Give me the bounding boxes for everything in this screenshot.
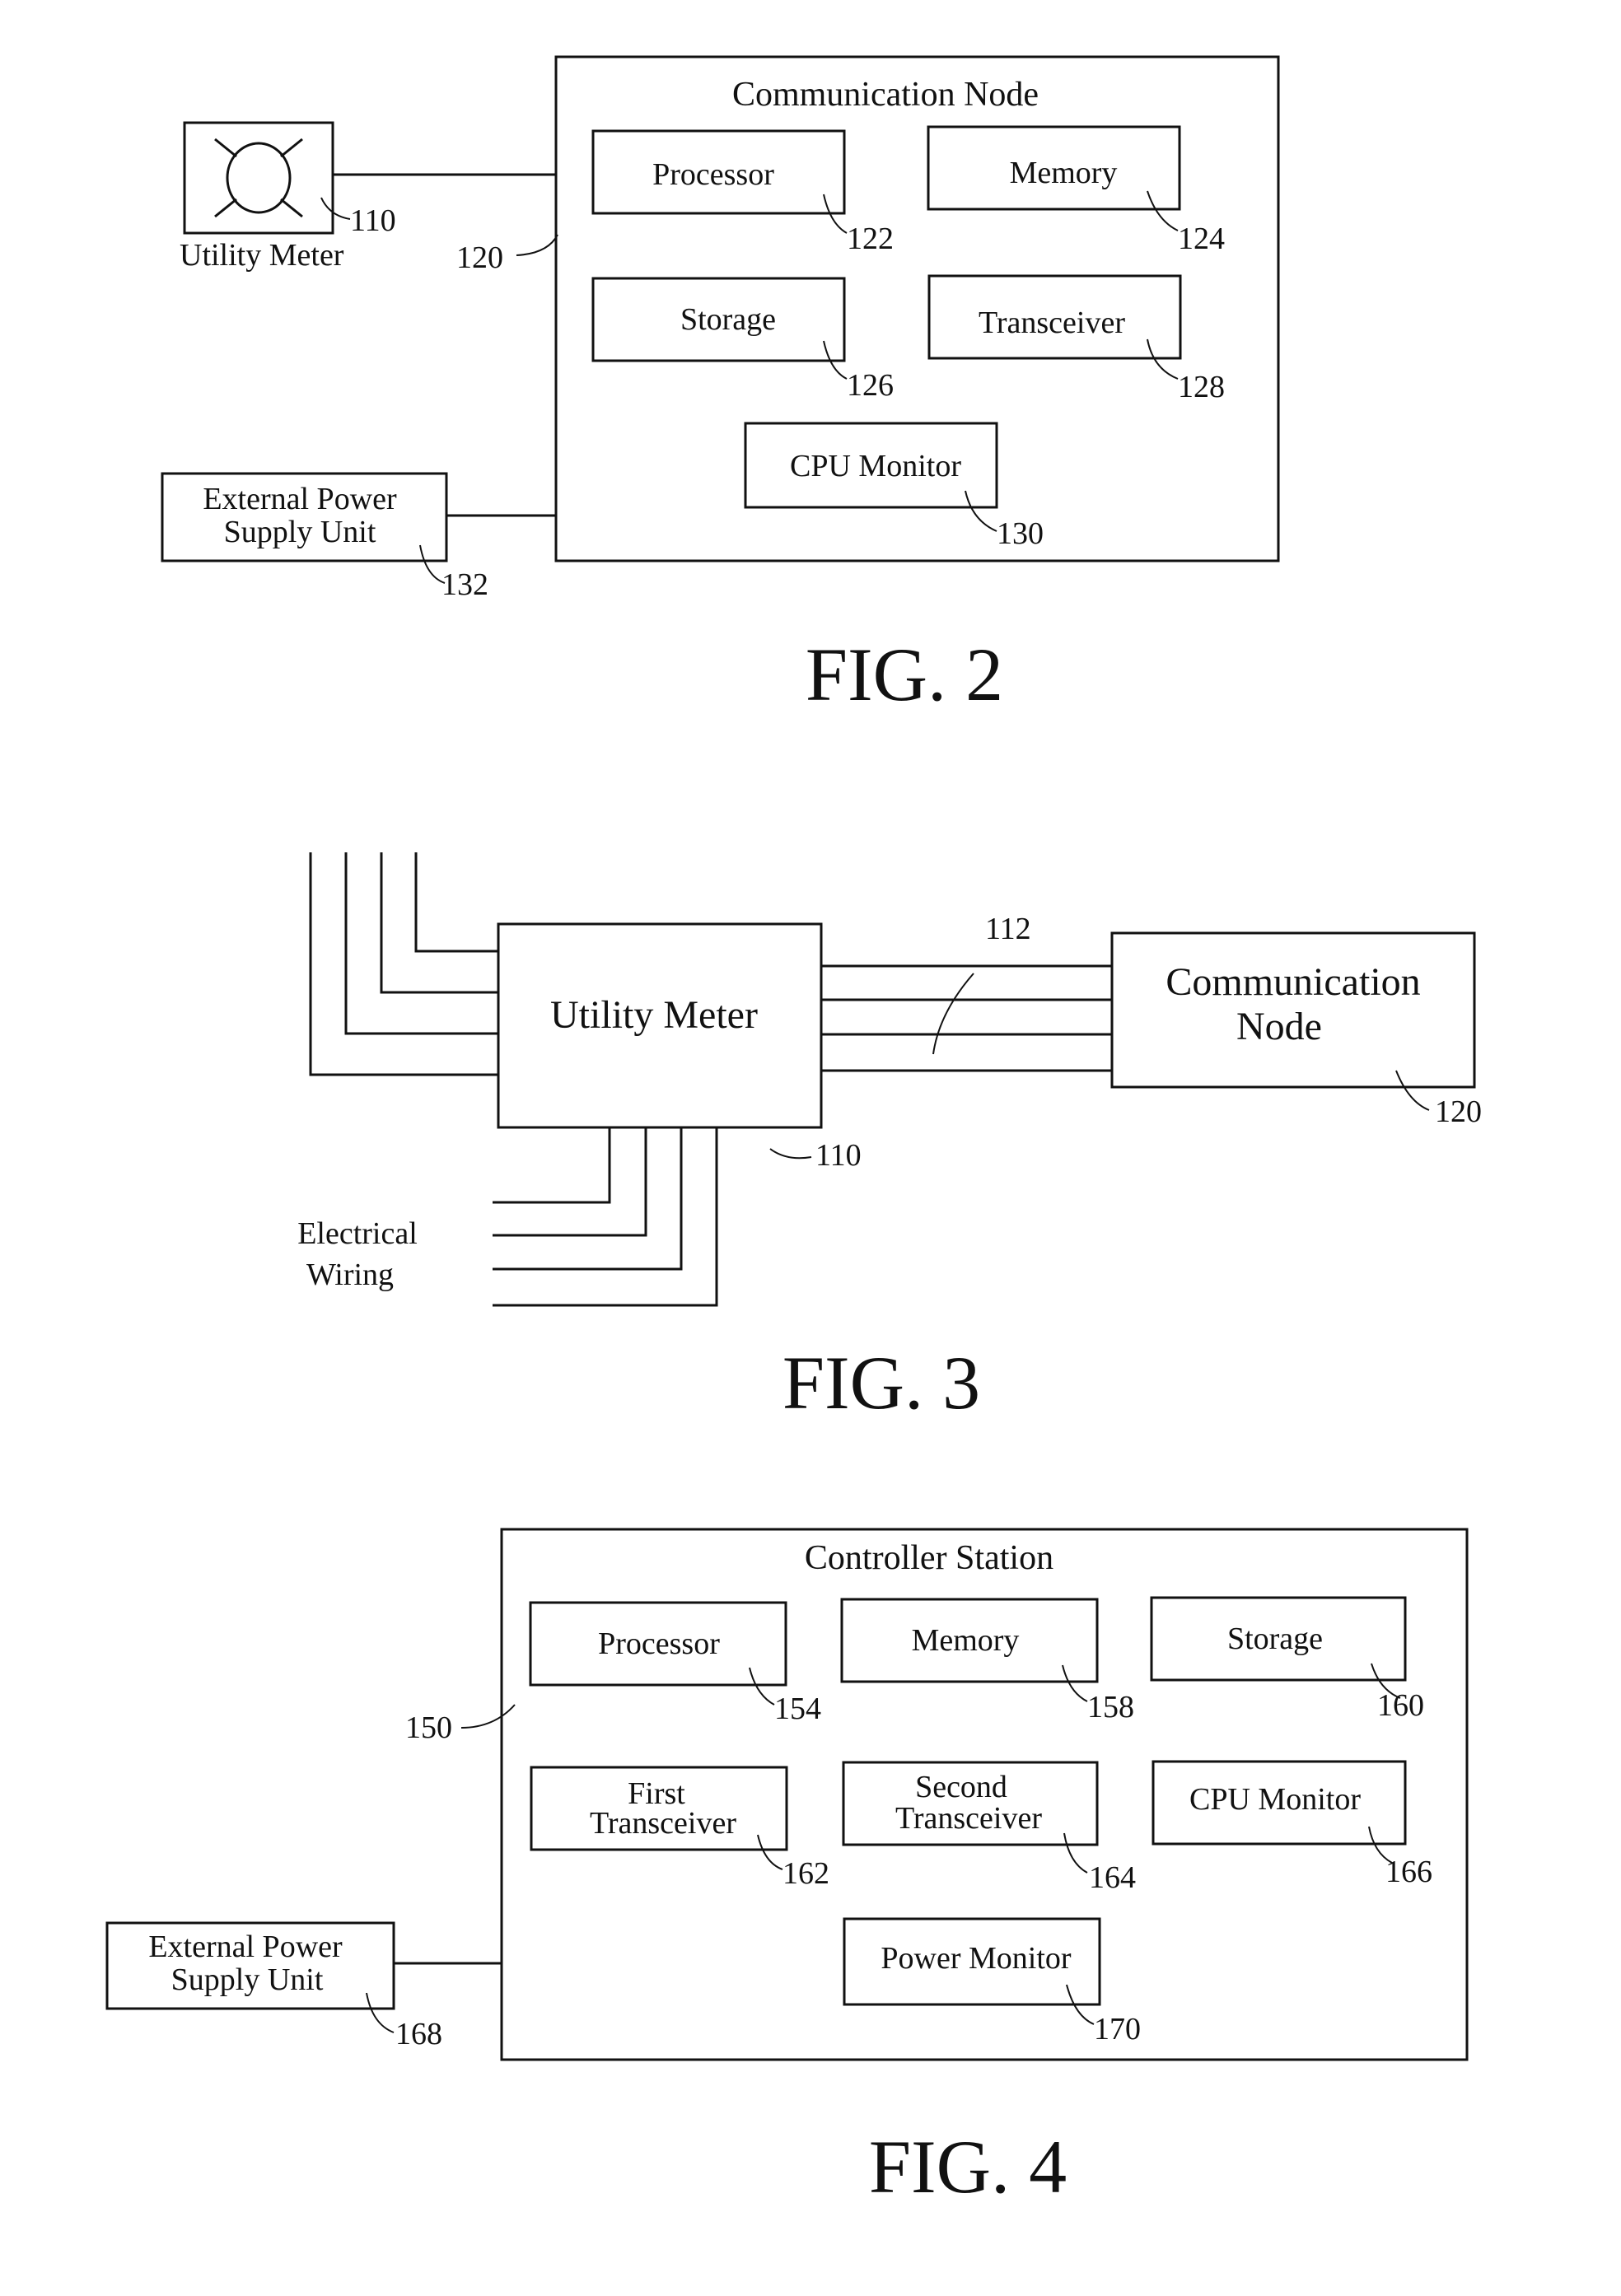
fig3-node-line1: Communication xyxy=(1166,960,1420,1004)
ref-150: 150 xyxy=(405,1710,452,1745)
svg-text:Power Monitor: Power Monitor xyxy=(881,1941,1072,1976)
svg-text:162: 162 xyxy=(782,1856,829,1891)
fig4: Controller Station 150 Processor 154 Mem… xyxy=(105,1528,1469,2209)
fig3-connection-112 xyxy=(821,964,1112,1072)
electrical-wiring-line2: Wiring xyxy=(306,1258,394,1292)
fig2-utility-meter-label: Utility Meter xyxy=(180,238,344,273)
svg-text:158: 158 xyxy=(1087,1690,1134,1724)
svg-text:164: 164 xyxy=(1089,1860,1136,1895)
fig2-caption: FIG. 2 xyxy=(806,632,1003,716)
fig2-power-line1: External Power xyxy=(203,482,397,516)
svg-text:130: 130 xyxy=(997,516,1044,551)
ref-120-fig3: 120 xyxy=(1435,1094,1482,1129)
fig2-power-line2: Supply Unit xyxy=(224,515,376,549)
svg-text:CPU Monitor: CPU Monitor xyxy=(1189,1782,1361,1817)
svg-text:170: 170 xyxy=(1094,2012,1141,2046)
fig3-bottom-wires xyxy=(493,1127,718,1307)
fig3-left-wires xyxy=(309,852,498,1076)
svg-text:122: 122 xyxy=(847,222,894,256)
ref-168: 168 xyxy=(395,2017,442,2051)
svg-text:CPU Monitor: CPU Monitor xyxy=(790,449,961,483)
svg-text:Processor: Processor xyxy=(652,157,774,192)
fig2-utility-meter-box xyxy=(183,121,334,235)
fig2: 110 Utility Meter Communication Node 120… xyxy=(161,55,1280,716)
fig4-power-line2: Supply Unit xyxy=(171,1962,324,1997)
patent-drawing-sheet: 110 Utility Meter Communication Node 120… xyxy=(105,55,1482,2209)
leader-120 xyxy=(516,234,558,256)
fig4-caption: FIG. 4 xyxy=(869,2125,1067,2209)
ref-132: 132 xyxy=(441,567,488,602)
ref-110: 110 xyxy=(350,203,396,238)
svg-text:Transceiver: Transceiver xyxy=(590,1806,736,1841)
svg-text:154: 154 xyxy=(774,1692,821,1726)
fig3-utility-meter-label: Utility Meter xyxy=(550,993,758,1037)
svg-text:Storage: Storage xyxy=(680,302,776,337)
svg-text:166: 166 xyxy=(1385,1855,1432,1889)
leader-110-fig3 xyxy=(769,1148,812,1160)
svg-text:Memory: Memory xyxy=(912,1623,1020,1658)
svg-text:160: 160 xyxy=(1377,1688,1424,1723)
svg-text:126: 126 xyxy=(847,368,894,403)
ref-120: 120 xyxy=(456,240,503,275)
fig3-node-line2: Node xyxy=(1236,1005,1322,1048)
ref-110-fig3: 110 xyxy=(815,1138,862,1173)
svg-text:Second: Second xyxy=(915,1770,1007,1804)
svg-text:124: 124 xyxy=(1178,222,1225,256)
svg-text:Memory: Memory xyxy=(1010,156,1118,190)
controller-station-title: Controller Station xyxy=(805,1539,1053,1577)
fig3-caption: FIG. 3 xyxy=(782,1341,980,1425)
ref-112: 112 xyxy=(985,912,1031,946)
fig2-node-title: Communication Node xyxy=(732,76,1039,114)
svg-text:Transceiver: Transceiver xyxy=(895,1801,1042,1836)
fig4-power-line1: External Power xyxy=(148,1930,343,1964)
fig3: Utility Meter 110 Electrical Wiring 112 … xyxy=(297,852,1482,1425)
svg-text:Transceiver: Transceiver xyxy=(979,306,1125,340)
electrical-wiring-line1: Electrical xyxy=(297,1216,418,1251)
svg-text:Storage: Storage xyxy=(1227,1622,1323,1656)
svg-text:Processor: Processor xyxy=(598,1626,720,1661)
svg-text:128: 128 xyxy=(1178,370,1225,404)
